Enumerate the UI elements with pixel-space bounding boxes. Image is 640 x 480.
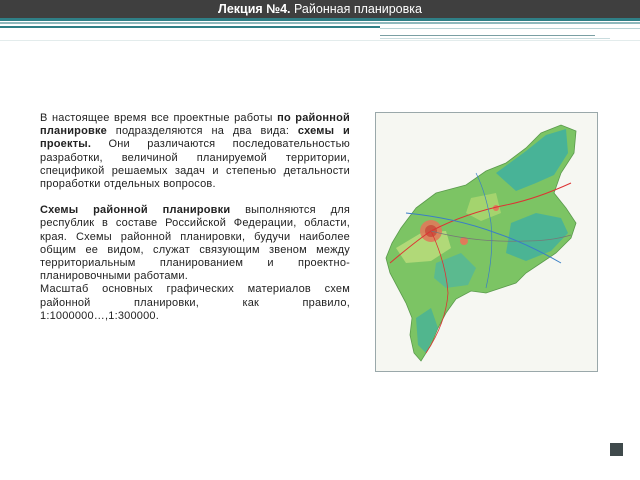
- region-map-image: [375, 112, 598, 372]
- decor-stripe: [380, 35, 595, 36]
- decor-stripe: [0, 40, 640, 41]
- decor-stripe: [380, 28, 640, 29]
- slide-title-rest: Районная планировка: [290, 2, 422, 16]
- paragraph-2: Схемы районной планировки выполняются дл…: [40, 204, 350, 323]
- slide-title-bold: Лекция №4.: [218, 2, 291, 16]
- paragraph-1-text: подразделяются на два вида:: [106, 125, 298, 138]
- decor-stripe: [380, 38, 610, 39]
- region-map-graphic: [385, 124, 577, 362]
- slide-title: Лекция №4. Районная планировка: [0, 0, 640, 18]
- decor-stripe: [0, 18, 640, 21]
- decor-stripe: [0, 26, 380, 28]
- body-text: В настоящее время все проектные работы п…: [40, 112, 350, 323]
- decor-stripe: [0, 22, 640, 24]
- paragraph-1: В настоящее время все проектные работы п…: [40, 112, 350, 191]
- paragraph-2-scale: Масштаб основных графических материалов …: [40, 283, 350, 322]
- nav-square-icon: [610, 443, 623, 456]
- paragraph-2-bold: Схемы районной планировки: [40, 204, 231, 217]
- paragraph-1-text: В настоящее время все проектные работы: [40, 112, 278, 124]
